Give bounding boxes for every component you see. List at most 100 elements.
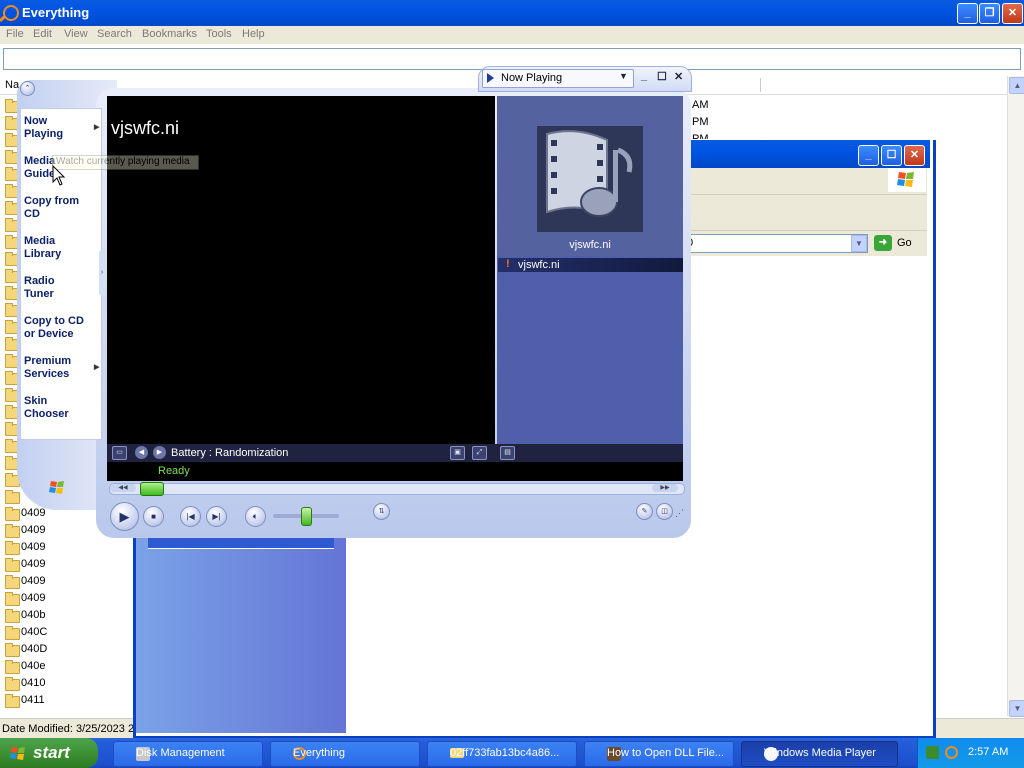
video-pane[interactable] [107,96,495,444]
clock[interactable]: 2:57 AM [968,746,1008,758]
visualization-toggle-icon[interactable]: ▭ [112,446,127,460]
now-playing-dropdown[interactable]: Now Playing ▼ [482,69,634,88]
task-skin-chooser[interactable]: Skin Chooser [24,395,99,421]
seek-forward-icon[interactable]: ▶▶ [652,484,678,492]
taskbar-item-everything[interactable]: Everything [270,741,420,767]
task-premium-services[interactable]: Premium Services ▶ [24,355,99,381]
list-item[interactable]: 0411 [21,694,45,706]
seek-bar[interactable] [109,483,685,495]
explorer-close-button[interactable]: ✕ [904,145,925,166]
explorer-minimize-button[interactable]: _ [858,145,879,166]
list-item[interactable]: 0409 [21,507,45,519]
folder-icon [5,507,20,521]
list-item[interactable]: 0409 [21,558,45,570]
wmp-close-button[interactable]: ✕ [674,70,683,83]
scroll-up-arrow-icon[interactable]: ▲ [1009,77,1024,94]
address-dropdown-icon[interactable]: ▼ [851,235,867,252]
enhancements-icon[interactable]: ▣ [450,446,465,460]
everything-titlebar[interactable]: Everything _ ❐ ✕ [0,0,1024,26]
status-text: Ready [158,465,190,477]
album-art-caption: vjswfc.ni [569,239,611,251]
next-visualization-icon[interactable]: ▶ [153,446,166,459]
play-icon [487,73,494,83]
folder-icon [5,660,20,674]
time-cell: PM [692,133,709,139]
next-button[interactable]: ▶| [206,506,227,527]
taskbar-collapse-handle[interactable]: › [99,250,105,296]
wmp-minimize-button[interactable]: _ [641,70,647,82]
list-item[interactable]: 0409 [21,575,45,587]
play-button[interactable]: ▶ [110,502,139,531]
menu-file[interactable]: File [6,28,24,40]
taskbar-item-browser[interactable]: How to Open DLL File... [584,741,734,767]
fullscreen-icon[interactable]: ⤢ [472,446,487,460]
address-input[interactable]: 0 [680,234,868,253]
seek-thumb[interactable] [140,482,164,496]
list-item[interactable]: 040e [21,660,45,672]
scroll-down-arrow-icon[interactable]: ▼ [1009,700,1024,717]
task-label: Media Library [24,235,62,260]
time-cell: PM [692,116,709,128]
menu-help[interactable]: Help [242,28,265,40]
task-label: Media Guide [24,155,56,180]
taskbar-item-label: Disk Management [136,747,225,759]
taskbar-item-label: How to Open DLL File... [607,747,724,759]
maximize-button[interactable]: ❐ [979,3,1000,24]
windows-logo-icon [10,745,28,761]
list-item[interactable]: 0409 [21,541,45,553]
seek-back-icon[interactable]: ◀◀ [110,484,136,492]
list-item[interactable]: 040C [21,626,47,638]
mute-button[interactable]: 🔈︎ [245,506,266,527]
taskbar-item-label: Everything [293,747,345,759]
task-label: Now Playing [24,115,64,140]
column-separator[interactable] [760,78,761,92]
task-radio-tuner[interactable]: Radio Tuner [24,275,99,301]
go-arrow-icon[interactable]: ➜ [874,235,892,251]
minimize-button[interactable]: _ [957,3,978,24]
list-item[interactable]: 0409 [21,592,45,604]
close-button[interactable]: ✕ [1002,3,1023,24]
mouse-cursor-icon [52,165,66,186]
list-item[interactable]: 0409 [21,524,45,536]
taskbar-item-label: 02ff733fab13bc4a86... [450,747,560,759]
taskbar-item-disk-management[interactable]: Disk Management [113,741,263,767]
task-now-playing[interactable]: Now Playing ▶ [24,115,99,141]
list-item[interactable]: 0410 [21,677,45,689]
previous-button[interactable]: |◀ [180,506,201,527]
playlist-item-name[interactable]: vjswfc.ni [518,259,560,271]
taskbar-item-folder[interactable]: 02ff733fab13bc4a86... [427,741,577,767]
network-icon[interactable] [926,746,939,759]
wmp-maximize-button[interactable]: ☐ [657,70,667,83]
dropdown-label: Now Playing [501,72,563,84]
folder-icon [5,643,20,657]
everything-tray-icon[interactable] [945,746,958,759]
shuffle-icon[interactable]: ⇅ [373,503,390,520]
menu-bookmarks[interactable]: Bookmarks [142,28,197,40]
menu-search[interactable]: Search [97,28,132,40]
volume-thumb[interactable] [301,507,312,526]
hide-taskbar-icon[interactable]: ⌃ [20,81,35,96]
status-text: Date Modified: 3/25/2023 2 [2,723,135,735]
explorer-maximize-button[interactable]: ☐ [881,145,902,166]
taskbar-item-windows-media-player[interactable]: Windows Media Player [741,741,898,767]
menu-tools[interactable]: Tools [206,28,232,40]
task-media-library[interactable]: Media Library [24,235,99,261]
explorer-task-pane [136,520,346,733]
list-item[interactable]: 040b [21,609,45,621]
resize-grip-icon[interactable]: ⋰ [675,508,684,519]
task-label: Premium Services [24,355,72,380]
stop-button[interactable]: ■ [143,506,164,527]
menu-view[interactable]: View [64,28,88,40]
go-button[interactable]: Go [897,237,912,249]
list-item[interactable]: 040D [21,643,47,655]
tooltip: Watch currently playing media [52,155,199,170]
task-copy-from-cd[interactable]: Copy from CD [24,195,99,221]
task-copy-to-cd[interactable]: Copy to CD or Device [24,315,99,341]
vertical-scrollbar[interactable]: ▲ ▼ [1007,76,1024,717]
skin-mode-icon[interactable]: ◫ [656,503,673,520]
album-art-image[interactable] [537,126,643,232]
playlist-toggle-icon[interactable]: ▤ [500,446,515,460]
wrench-icon[interactable]: ✎ [636,503,653,520]
menu-edit[interactable]: Edit [33,28,52,40]
previous-visualization-icon[interactable]: ◀ [135,446,148,459]
